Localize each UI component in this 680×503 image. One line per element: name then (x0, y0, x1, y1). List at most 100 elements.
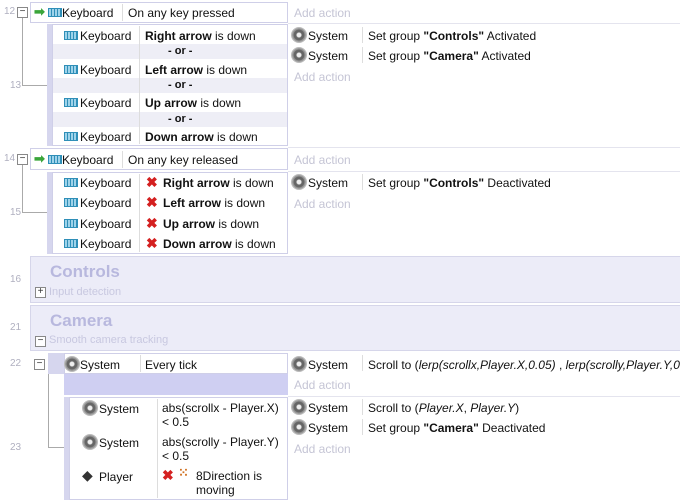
keyboard-icon (64, 132, 78, 141)
invert-x-icon: ✖ (146, 235, 158, 251)
separator (362, 27, 363, 43)
condition-object: System (99, 402, 140, 416)
gear-icon (83, 435, 97, 449)
tree-line (22, 85, 47, 86)
condition-object: Keyboard (62, 153, 114, 167)
trigger-arrow-icon: ➡ (34, 4, 45, 19)
line-number: 21 (10, 322, 22, 333)
action-object: System (308, 29, 349, 43)
collapse-toggle[interactable]: − (34, 359, 45, 370)
action-object: System (308, 176, 349, 190)
tree-line (22, 212, 47, 213)
add-action-link[interactable]: Add action (294, 70, 351, 84)
separator (140, 355, 141, 372)
condition-text: Right arrow is down (145, 29, 256, 43)
add-action-link[interactable]: Add action (294, 153, 351, 167)
separator (362, 174, 363, 190)
group-description: Smooth camera tracking (49, 334, 169, 346)
condition-object: Player (99, 470, 134, 484)
condition-text: 8Direction is moving (196, 469, 263, 497)
action-text: Set group "Camera" Activated (368, 49, 531, 63)
add-action-link[interactable]: Add action (294, 378, 351, 392)
keyboard-icon (64, 178, 78, 187)
invert-x-icon: ✖ (146, 215, 158, 231)
or-separator: - or - (168, 45, 193, 57)
keyboard-icon (64, 239, 78, 248)
line-number: 22 (10, 358, 22, 369)
expand-toggle[interactable]: + (35, 287, 46, 298)
condition-text: Up arrow is down (163, 217, 260, 231)
add-action-link[interactable]: Add action (294, 197, 351, 211)
condition-object: System (80, 358, 121, 372)
action-text: Scroll to (lerp(scrollx,Player.X,0.05) ,… (368, 358, 680, 372)
condition-text: abs(scrollx - Player.X) < 0.5 (162, 401, 279, 429)
condition-object: Keyboard (80, 63, 132, 77)
condition-object: Keyboard (80, 196, 132, 210)
player-sprite-icon: ◆ (82, 467, 93, 483)
condition-text: On any key released (128, 153, 239, 167)
gear-icon (292, 357, 306, 371)
action-text: Set group "Controls" Activated (368, 29, 537, 43)
add-action-link[interactable]: Add action (294, 442, 351, 456)
collapse-toggle[interactable]: − (17, 7, 28, 18)
tree-line (22, 161, 23, 212)
tree-line (48, 368, 49, 447)
condition-object: Keyboard (80, 176, 132, 190)
condition-text: Down arrow is down (163, 237, 276, 251)
line-number: 15 (10, 207, 22, 218)
or-separator: - or - (168, 113, 193, 125)
divider (288, 23, 680, 24)
gear-icon (65, 357, 79, 371)
separator (362, 355, 363, 371)
collapse-toggle[interactable]: − (35, 336, 46, 347)
separator (122, 4, 123, 21)
action-object: System (308, 358, 349, 372)
condition-text: Every tick (145, 358, 198, 372)
group-title: Controls (50, 262, 120, 281)
group-description: Input detection (49, 286, 122, 298)
condition-text: Right arrow is down (163, 176, 274, 190)
action-text: Set group "Camera" Deactivated (368, 421, 546, 435)
gear-icon (292, 48, 306, 62)
separator (362, 399, 363, 415)
action-object: System (308, 421, 349, 435)
keyboard-icon (64, 198, 78, 207)
condition-object: Keyboard (80, 237, 132, 251)
keyboard-icon (48, 155, 62, 164)
tree-line (22, 14, 23, 85)
8direction-icon: ⁙ (178, 465, 189, 480)
line-number: 23 (10, 442, 22, 453)
action-text: Set group "Controls" Deactivated (368, 176, 551, 190)
keyboard-icon (64, 219, 78, 228)
divider (288, 396, 680, 397)
separator (122, 151, 123, 168)
condition-text: Left arrow is down (163, 196, 266, 210)
tree-line (48, 447, 64, 448)
group-controls[interactable] (30, 256, 680, 303)
line-number: 14 (4, 153, 16, 164)
condition-text: abs(scrolly - Player.Y) < 0.5 (162, 435, 279, 463)
divider (288, 171, 680, 172)
gear-icon (292, 175, 306, 189)
group-title: Camera (50, 311, 113, 330)
event-margin (48, 353, 64, 374)
separator (362, 419, 363, 435)
keyboard-icon (64, 31, 78, 40)
condition-object: Keyboard (80, 96, 132, 110)
condition-text: Left arrow is down (145, 63, 248, 77)
invert-x-icon: ✖ (162, 467, 174, 483)
trigger-arrow-icon: ➡ (34, 151, 45, 166)
keyboard-icon (64, 65, 78, 74)
separator (139, 174, 140, 252)
invert-x-icon: ✖ (146, 194, 158, 210)
collapse-toggle[interactable]: − (17, 154, 28, 165)
gear-icon (292, 400, 306, 414)
separator (157, 399, 158, 498)
line-number: 13 (10, 80, 22, 91)
keyboard-icon (64, 98, 78, 107)
keyboard-icon (48, 8, 62, 17)
add-action-link[interactable]: Add action (294, 6, 351, 20)
selected-empty-row[interactable] (64, 374, 288, 395)
condition-object: Keyboard (80, 29, 132, 43)
gear-icon (292, 420, 306, 434)
